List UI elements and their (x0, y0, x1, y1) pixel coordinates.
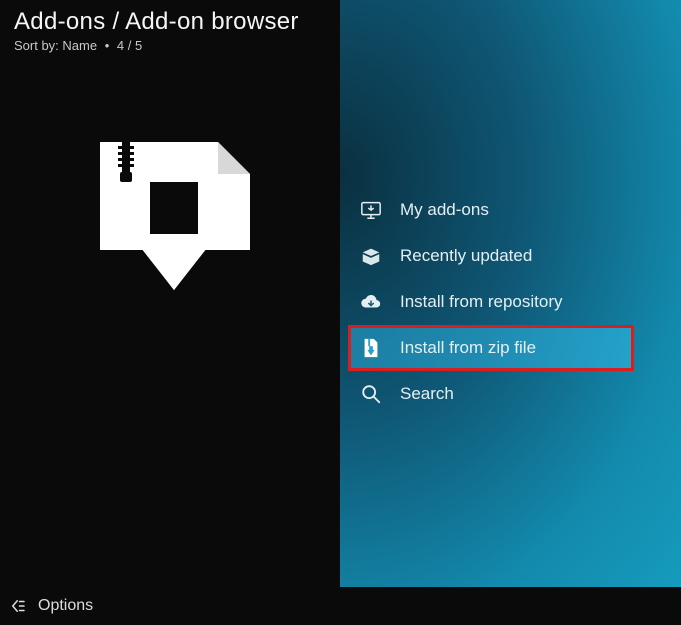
menu-item-label: Install from repository (400, 292, 563, 312)
zip-download-icon (90, 142, 250, 297)
options-icon[interactable] (8, 596, 28, 616)
page-subtitle: Sort by: Name • 4 / 5 (14, 38, 326, 53)
menu-item-my-addons[interactable]: My add-ons (340, 187, 681, 233)
open-box-icon (360, 245, 382, 267)
menu-item-recently-updated[interactable]: Recently updated (340, 233, 681, 279)
left-pane: Add-ons / Add-on browser Sort by: Name •… (0, 0, 340, 587)
page-title: Add-ons / Add-on browser (14, 8, 326, 36)
menu-item-label: Recently updated (400, 246, 532, 266)
menu-item-install-zip[interactable]: Install from zip file (348, 325, 634, 371)
addon-menu: My add-ons Recently updated Install (340, 187, 681, 417)
options-label[interactable]: Options (38, 597, 93, 615)
footer-bar: Options (0, 587, 681, 625)
search-icon (360, 383, 382, 405)
cloud-download-icon (360, 291, 382, 313)
position-indicator: 4 / 5 (117, 38, 142, 53)
zip-file-icon (360, 337, 382, 359)
separator-dot: • (101, 38, 114, 53)
header: Add-ons / Add-on browser Sort by: Name •… (0, 0, 340, 57)
sort-value: Name (62, 38, 97, 53)
category-icon-wrap (0, 57, 340, 587)
menu-item-search[interactable]: Search (340, 371, 681, 417)
monitor-icon (360, 199, 382, 221)
sort-label: Sort by: (14, 38, 59, 53)
right-pane: My add-ons Recently updated Install (340, 0, 681, 587)
menu-item-install-repository[interactable]: Install from repository (340, 279, 681, 325)
menu-item-label: Install from zip file (400, 338, 536, 358)
menu-item-label: Search (400, 384, 454, 404)
menu-item-label: My add-ons (400, 200, 489, 220)
